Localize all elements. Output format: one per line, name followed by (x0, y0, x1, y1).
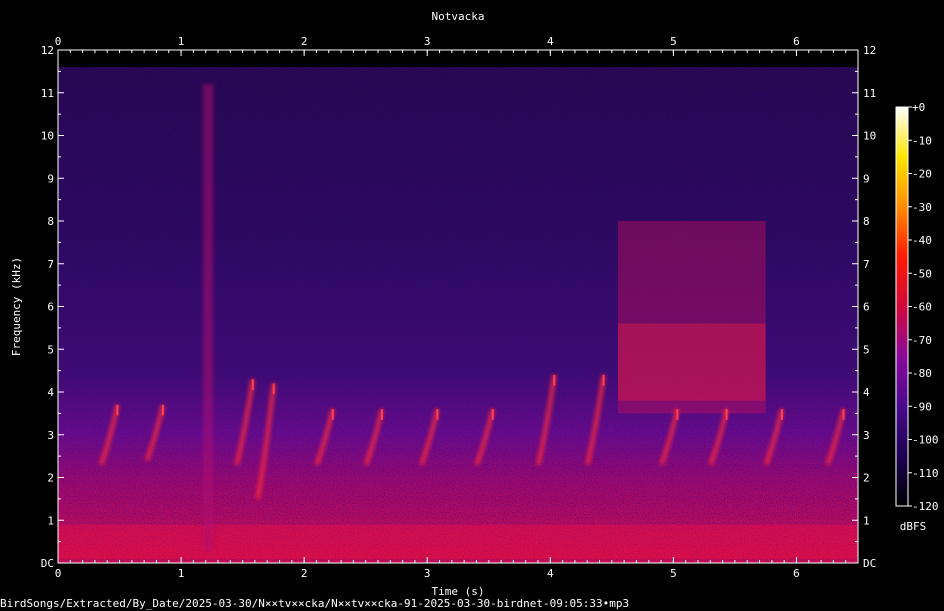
y-tick-label-left: 10 (41, 130, 54, 143)
x-tick-label-top: 6 (793, 35, 800, 48)
call-event (203, 84, 214, 551)
colorbar-tick-label: -40 (912, 234, 932, 247)
colorbar-tick-label: -50 (912, 267, 932, 280)
y-tick-label-left: 12 (41, 44, 54, 57)
x-tick-label-bottom: 1 (178, 567, 185, 580)
low-frequency-band (58, 524, 858, 559)
file-path-label: BirdSongs/Extracted/By_Date/2025-03-30/N… (0, 597, 630, 610)
x-tick-label-top: 3 (424, 35, 431, 48)
x-tick-label-bottom: 0 (55, 567, 62, 580)
y-tick-label-left: 11 (41, 87, 54, 100)
y-tick-label-left: 7 (47, 258, 54, 271)
x-tick-label-top: 2 (301, 35, 308, 48)
colorbar-tick-label: -30 (912, 201, 932, 214)
colorbar (895, 106, 909, 507)
x-tick-label-bottom: 2 (301, 567, 308, 580)
y-tick-label-right: 8 (863, 215, 870, 228)
y-tick-label-right: 3 (863, 429, 870, 442)
colorbar-tick-label: -60 (912, 301, 932, 314)
spectrogram-chart: 00112233445566DC DC1 12 23 34 45 56 67 78 89 910 10… (10, 10, 939, 598)
colorbar-tick-label: +0 (912, 101, 925, 114)
colorbar-unit-label: dBFS (900, 520, 927, 533)
y-tick-label-right: 12 (863, 44, 876, 57)
y-tick-label-right: 7 (863, 258, 870, 271)
colorbar-tick-label: -80 (912, 367, 932, 380)
x-tick-label-bottom: 5 (670, 567, 677, 580)
y-tick-label-left: 8 (47, 215, 54, 228)
spectrogram-layer (58, 67, 858, 563)
y-tick-label-right: 11 (863, 87, 876, 100)
x-tick-label-top: 0 (55, 35, 62, 48)
x-tick-label-top: 5 (670, 35, 677, 48)
y-tick-label-left: 1 (47, 514, 54, 527)
colorbar-tick-label: -100 (912, 434, 939, 447)
y-axis-label: Frequency (kHz) (10, 257, 23, 356)
y-tick-label-right: 6 (863, 301, 870, 314)
y-tick-label-left: DC (41, 557, 54, 570)
y-tick-label-left: 2 (47, 472, 54, 485)
y-tick-label-right: 10 (863, 130, 876, 143)
colorbar-tick-label: -10 (912, 134, 932, 147)
x-tick-label-bottom: 6 (793, 567, 800, 580)
x-tick-label-bottom: 4 (547, 567, 554, 580)
y-tick-label-right: 9 (863, 172, 870, 185)
colorbar-tick-label: -20 (912, 168, 932, 181)
y-tick-label-left: 4 (47, 386, 54, 399)
colorbar-tick-label: -90 (912, 400, 932, 413)
y-tick-label-right: 5 (863, 343, 870, 356)
colorbar-tick-label: -120 (912, 500, 939, 513)
y-tick-label-right: 4 (863, 386, 870, 399)
x-tick-label-top: 1 (178, 35, 185, 48)
y-tick-label-right: 2 (863, 472, 870, 485)
colorbar-tick-label: -70 (912, 334, 932, 347)
x-tick-label-top: 4 (547, 35, 554, 48)
y-tick-label-right: 1 (863, 514, 870, 527)
x-tick-label-bottom: 3 (424, 567, 431, 580)
y-tick-label-right: DC (863, 557, 876, 570)
chart-title: Notvacka (432, 10, 485, 23)
y-tick-label-left: 5 (47, 343, 54, 356)
y-tick-label-left: 3 (47, 429, 54, 442)
y-tick-label-left: 6 (47, 301, 54, 314)
y-tick-label-left: 9 (47, 172, 54, 185)
dense-call-core (618, 323, 766, 401)
colorbar-tick-label: -110 (912, 467, 939, 480)
